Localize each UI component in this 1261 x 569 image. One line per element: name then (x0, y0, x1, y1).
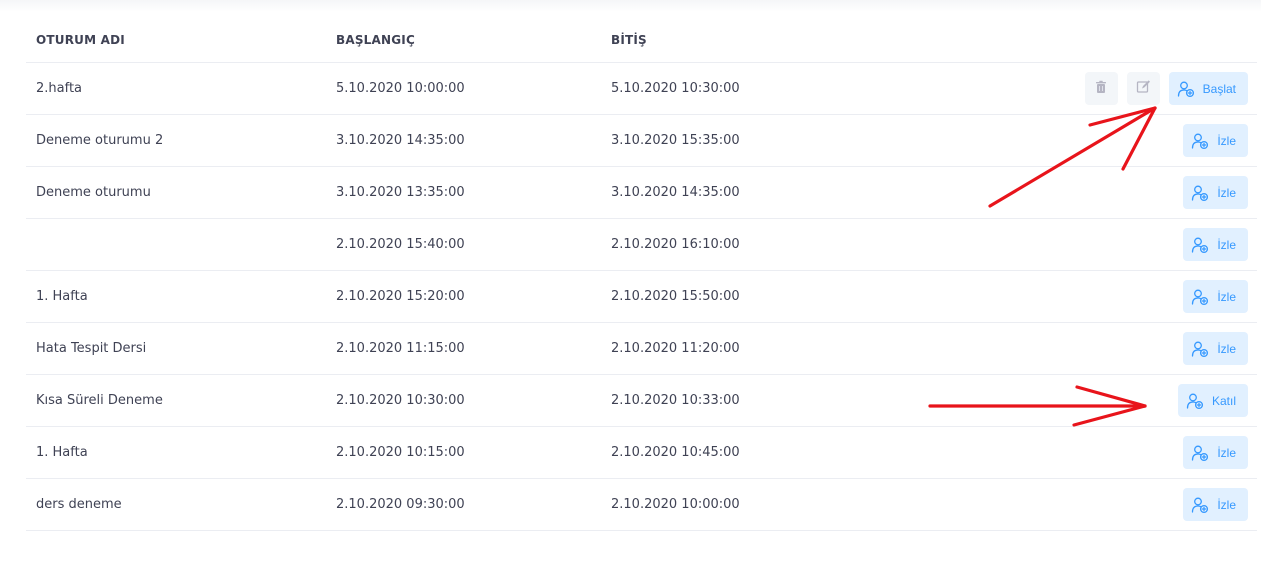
header-end[interactable]: BİTİŞ (611, 16, 647, 64)
row-actions: İzle (1183, 488, 1248, 521)
table-row: 2.10.2020 15:40:00 2.10.2020 16:10:00 İzle (26, 219, 1257, 271)
session-action-button[interactable]: İzle (1183, 228, 1248, 261)
edit-button[interactable] (1126, 72, 1160, 105)
delete-button[interactable] (1084, 72, 1118, 105)
table-row: Kısa Süreli Deneme 2.10.2020 10:30:00 2.10… (26, 375, 1257, 427)
session-action-label: Katıl (1211, 393, 1236, 408)
table-row: ders deneme 2.10.2020 09:30:00 2.10.2020 1… (26, 479, 1257, 531)
session-name-cell: Deneme oturumu 2 (36, 133, 164, 148)
row-actions: Katıl (1177, 384, 1248, 417)
start-time-cell: 2.10.2020 10:15:00 (336, 445, 465, 460)
session-action-button[interactable]: İzle (1183, 280, 1248, 313)
user-add-icon (1191, 340, 1209, 358)
session-action-button[interactable]: İzle (1183, 436, 1248, 469)
user-add-icon (1191, 288, 1209, 306)
start-time-cell: 2.10.2020 11:15:00 (336, 341, 465, 356)
session-action-label: İzle (1217, 237, 1236, 252)
edit-icon (1136, 79, 1151, 98)
user-add-icon (1191, 184, 1209, 202)
user-add-icon (1191, 236, 1209, 254)
table-header: OTURUM ADI BAŞLANGIÇ BİTİŞ (26, 16, 1257, 63)
start-time-cell: 5.10.2020 10:00:00 (336, 81, 465, 96)
session-name-cell: 1. Hafta (36, 289, 88, 304)
row-actions: İzle (1183, 228, 1248, 261)
start-time-cell: 2.10.2020 09:30:00 (336, 497, 465, 512)
session-action-label: İzle (1217, 185, 1236, 200)
user-add-icon (1191, 444, 1209, 462)
top-gradient (0, 0, 1261, 12)
session-action-button[interactable]: İzle (1183, 332, 1248, 365)
table-row: 2.hafta 5.10.2020 10:00:00 5.10.2020 10:30… (26, 63, 1257, 115)
header-session-name[interactable]: OTURUM ADI (36, 16, 125, 64)
header-start[interactable]: BAŞLANGIÇ (336, 16, 415, 64)
session-name-cell: Kısa Süreli Deneme (36, 393, 163, 408)
session-action-button[interactable]: Başlat (1168, 72, 1248, 105)
end-time-cell: 2.10.2020 10:33:00 (611, 393, 740, 408)
session-name-cell: Hata Tespit Dersi (36, 341, 147, 356)
user-add-icon (1191, 496, 1209, 514)
end-time-cell: 5.10.2020 10:30:00 (611, 81, 740, 96)
end-time-cell: 3.10.2020 15:35:00 (611, 133, 740, 148)
table-row: Deneme oturumu 2 3.10.2020 14:35:00 3.10.2… (26, 115, 1257, 167)
session-action-label: İzle (1217, 341, 1236, 356)
session-action-label: İzle (1217, 445, 1236, 460)
session-name-cell: 1. Hafta (36, 445, 88, 460)
user-add-icon (1177, 80, 1195, 98)
start-time-cell: 2.10.2020 15:40:00 (336, 237, 465, 252)
end-time-cell: 3.10.2020 14:35:00 (611, 185, 740, 200)
session-action-button[interactable]: İzle (1183, 176, 1248, 209)
trash-icon (1094, 79, 1108, 98)
session-action-label: İzle (1217, 497, 1236, 512)
end-time-cell: 2.10.2020 11:20:00 (611, 341, 740, 356)
table-row: 1. Hafta 2.10.2020 15:20:00 2.10.2020 15:5… (26, 271, 1257, 323)
start-time-cell: 2.10.2020 10:30:00 (336, 393, 465, 408)
row-actions: İzle (1183, 436, 1248, 469)
session-action-button[interactable]: Katıl (1177, 384, 1248, 417)
row-actions: İzle (1183, 280, 1248, 313)
session-name-cell: Deneme oturumu (36, 185, 151, 200)
end-time-cell: 2.10.2020 16:10:00 (611, 237, 740, 252)
session-action-label: İzle (1217, 133, 1236, 148)
session-action-label: Başlat (1202, 81, 1236, 96)
row-actions: Başlat (1084, 72, 1248, 105)
session-action-button[interactable]: İzle (1183, 488, 1248, 521)
end-time-cell: 2.10.2020 10:45:00 (611, 445, 740, 460)
user-add-icon (1191, 132, 1209, 150)
start-time-cell: 2.10.2020 15:20:00 (336, 289, 465, 304)
start-time-cell: 3.10.2020 14:35:00 (336, 133, 465, 148)
session-action-button[interactable]: İzle (1183, 124, 1248, 157)
session-name-cell: 2.hafta (36, 81, 83, 96)
table-row: 1. Hafta 2.10.2020 10:15:00 2.10.2020 10:4… (26, 427, 1257, 479)
start-time-cell: 3.10.2020 13:35:00 (336, 185, 465, 200)
row-actions: İzle (1183, 176, 1248, 209)
row-actions: İzle (1183, 124, 1248, 157)
end-time-cell: 2.10.2020 15:50:00 (611, 289, 740, 304)
table-body: 2.hafta 5.10.2020 10:00:00 5.10.2020 10:30… (26, 63, 1257, 531)
sessions-table: OTURUM ADI BAŞLANGIÇ BİTİŞ 2.hafta 5.10.2… (26, 16, 1257, 531)
user-add-icon (1186, 392, 1204, 410)
end-time-cell: 2.10.2020 10:00:00 (611, 497, 740, 512)
table-row: Hata Tespit Dersi 2.10.2020 11:15:00 2.10.… (26, 323, 1257, 375)
session-name-cell: ders deneme (36, 497, 122, 512)
session-action-label: İzle (1217, 289, 1236, 304)
row-actions: İzle (1183, 332, 1248, 365)
table-row: Deneme oturumu 3.10.2020 13:35:00 3.10.202… (26, 167, 1257, 219)
